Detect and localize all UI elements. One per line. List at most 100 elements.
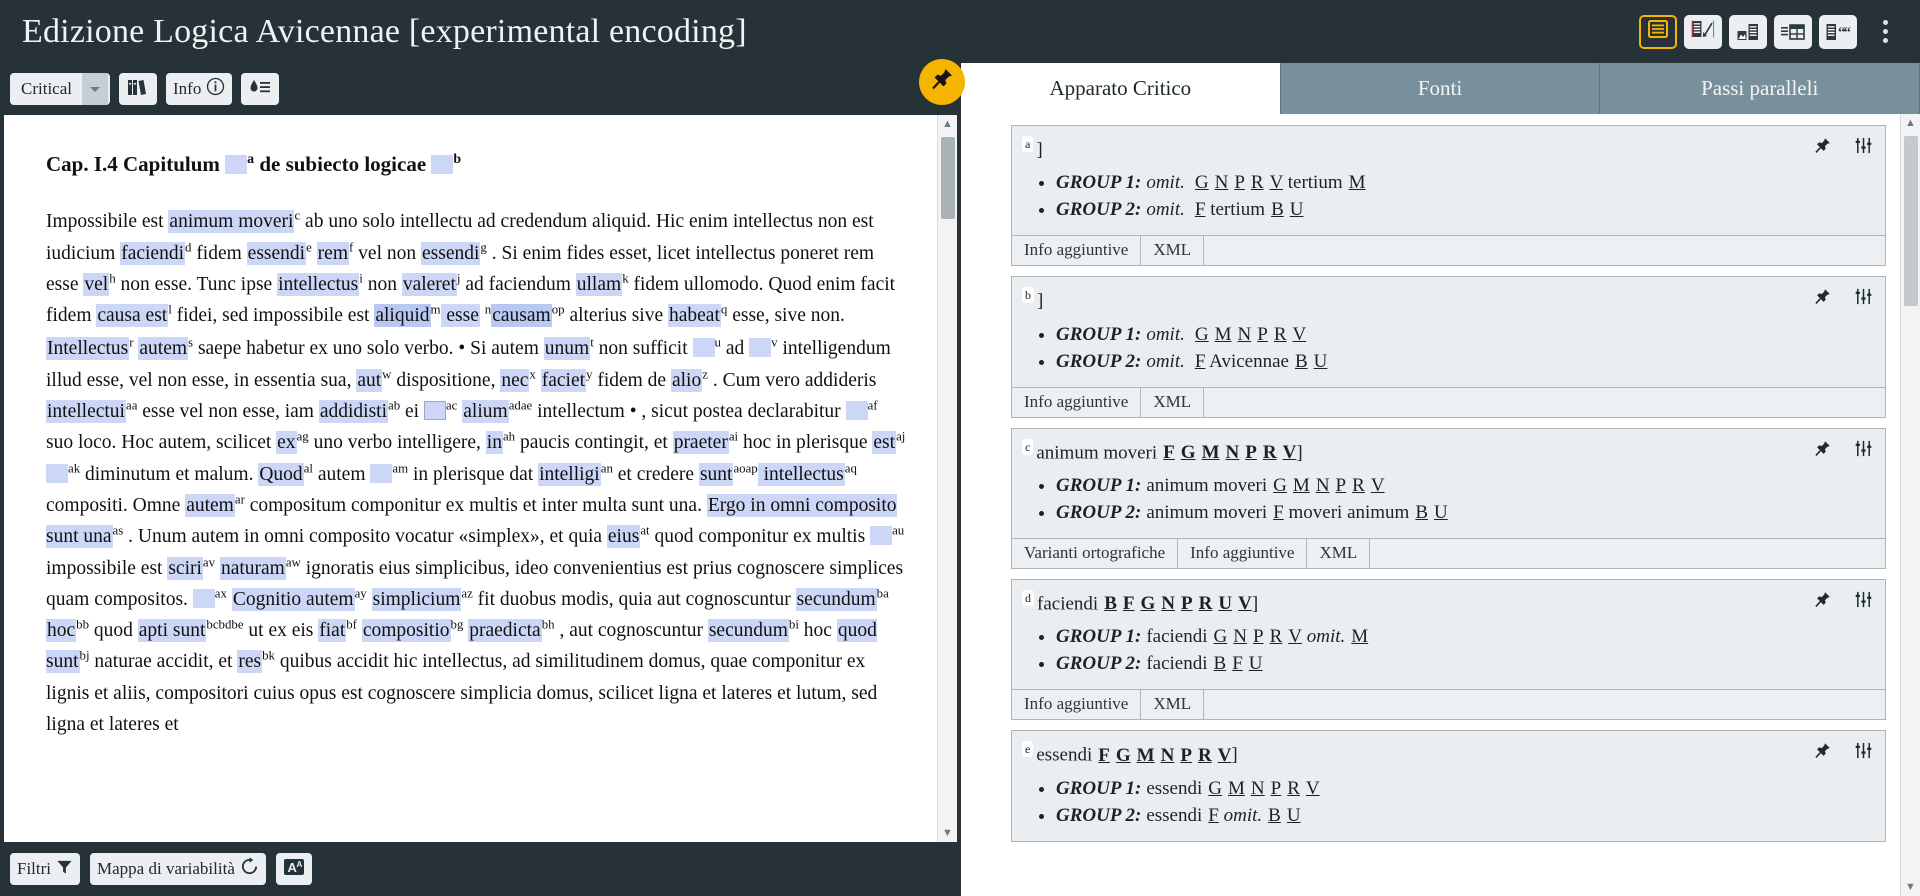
variant-span[interactable]: ex (276, 431, 296, 454)
witness-marker[interactable]: af (868, 399, 878, 413)
witness-sigla[interactable]: F (1195, 199, 1206, 220)
variant-span[interactable]: rem (317, 242, 349, 265)
lacuna-gap[interactable] (693, 338, 715, 357)
witness-marker[interactable]: aj (896, 430, 905, 444)
witness-marker[interactable]: bh (542, 618, 555, 632)
apparatus-entry[interactable]: b]GROUP 1:omit.GMNPRVGROUP 2:omit.F Avic… (1011, 276, 1886, 417)
witness-sigla[interactable]: P (1253, 626, 1264, 647)
witness-marker[interactable]: aoap (733, 461, 757, 475)
variant-span[interactable]: autem (138, 337, 188, 360)
pushpin-icon[interactable] (1813, 287, 1832, 306)
scroll-up-icon[interactable]: ▲ (1901, 114, 1920, 132)
view-text-only-button[interactable] (1639, 15, 1677, 49)
pushpin-icon[interactable] (1813, 590, 1832, 609)
witness-marker[interactable]: ax (215, 586, 227, 600)
witness-sigla[interactable]: R (1199, 593, 1213, 614)
witness-sigla[interactable]: F (1098, 745, 1110, 766)
witness-sigla[interactable]: U (1434, 502, 1448, 523)
witness-marker[interactable]: ab (388, 399, 400, 413)
variant-span[interactable]: Cognitio autem (232, 588, 355, 611)
witness-marker[interactable]: an (601, 461, 613, 475)
sliders-icon[interactable] (1854, 590, 1873, 609)
witness-sigla[interactable]: R (1263, 442, 1277, 463)
witness-marker[interactable]: bb (76, 618, 89, 632)
witness-sigla[interactable]: R (1198, 745, 1212, 766)
sliders-icon[interactable] (1854, 287, 1873, 306)
lacuna-gap[interactable] (424, 401, 446, 420)
lacuna-gap[interactable] (870, 526, 892, 545)
reading-item[interactable]: GROUP 2:omit.F tertiumBU (1056, 197, 1871, 222)
variant-span[interactable]: nec (500, 369, 529, 392)
witness-sigla[interactable]: U (1249, 653, 1263, 674)
witness-sigla[interactable]: F (1208, 805, 1219, 826)
witness-sigla[interactable]: N (1215, 172, 1229, 193)
witness-sigla[interactable]: V (1238, 593, 1252, 614)
variant-span[interactable]: Intellectus (46, 337, 129, 360)
witness-sigla[interactable]: N (1238, 324, 1252, 345)
view-text-table-button[interactable] (1774, 15, 1812, 49)
witness-marker[interactable]: bcbdbe (206, 618, 243, 632)
text-scrollbar[interactable]: ▲ ▼ (937, 115, 957, 842)
edition-select[interactable]: Critical (10, 73, 110, 105)
apparatus-entry[interactable]: a]GROUP 1:omit.GNPRV tertiumMGROUP 2:omi… (1011, 125, 1886, 266)
witness-marker[interactable]: ba (877, 586, 889, 600)
apparatus-entry-tab[interactable]: XML (1141, 236, 1204, 265)
witness-sigla[interactable]: M (1202, 442, 1220, 463)
witness-sigla[interactable]: R (1287, 778, 1300, 799)
variant-span[interactable]: est (872, 431, 896, 454)
variant-span[interactable]: aut (356, 369, 382, 392)
witness-sigla[interactable]: U (1218, 593, 1232, 614)
witness-marker[interactable]: bi (789, 618, 799, 632)
variant-span[interactable]: animum moveri (168, 210, 294, 233)
view-text-quote-button[interactable]: “ “ (1819, 15, 1857, 49)
witness-marker[interactable]: ar (235, 492, 245, 506)
variant-span[interactable]: autem (185, 494, 235, 517)
witness-sigla[interactable]: V (1218, 745, 1232, 766)
variant-span[interactable]: alium (462, 400, 508, 423)
witness-marker[interactable]: r (129, 336, 133, 350)
witness-sigla[interactable]: G (1116, 745, 1131, 766)
witness-sigla[interactable]: R (1251, 172, 1264, 193)
witness-marker[interactable]: e (306, 240, 312, 254)
witness-sigla[interactable]: V (1306, 778, 1320, 799)
lemma-sigla[interactable]: a (1022, 136, 1033, 152)
pushpin-icon[interactable] (1813, 439, 1832, 458)
reading-item[interactable]: GROUP 1:animum moveriGMNPRV (1056, 473, 1871, 498)
witness-sigla[interactable]: M (1215, 324, 1232, 345)
reading-item[interactable]: GROUP 2:essendiF omit.BU (1056, 803, 1871, 828)
witness-sigla[interactable]: M (1351, 626, 1368, 647)
apparatus-scrollbar[interactable]: ▲ ▼ (1900, 114, 1920, 896)
witness-sigla[interactable]: B (1268, 805, 1281, 826)
apparatus-entry[interactable]: canimum moveriFGMNPRV]GROUP 1:animum mov… (1011, 428, 1886, 569)
scroll-thumb[interactable] (941, 137, 955, 219)
witness-sigla[interactable]: R (1274, 324, 1287, 345)
pushpin-icon[interactable] (1813, 741, 1832, 760)
variant-span[interactable]: causa est (96, 304, 168, 327)
sliders-icon[interactable] (1854, 439, 1873, 458)
variant-span[interactable]: compositio (362, 619, 451, 642)
info-button[interactable]: Info (166, 73, 232, 105)
lacuna-gap[interactable] (225, 155, 247, 174)
scroll-down-icon[interactable]: ▼ (1901, 878, 1920, 896)
variant-span[interactable]: hoc (46, 619, 76, 642)
variant-span[interactable]: praedicta (468, 619, 541, 642)
witness-marker[interactable]: bj (80, 649, 90, 663)
witness-marker[interactable]: op (552, 303, 565, 317)
variant-span[interactable]: intellectui (46, 400, 126, 423)
witness-sigla[interactable]: V (1371, 475, 1385, 496)
witness-sigla[interactable]: M (1137, 745, 1155, 766)
sliders-icon[interactable] (1854, 741, 1873, 760)
apparatus-entry-tab[interactable]: Varianti ortografiche (1012, 539, 1178, 568)
variant-span[interactable]: valeret (402, 273, 457, 296)
view-text-apparatus-button[interactable] (1684, 15, 1722, 49)
witness-sigla[interactable]: B (1104, 593, 1117, 614)
variant-span[interactable]: aliquid (374, 304, 430, 327)
variant-span[interactable]: vel (83, 273, 109, 296)
witness-sigla[interactable]: P (1234, 172, 1245, 193)
witness-sigla[interactable]: P (1336, 475, 1347, 496)
edition-text[interactable]: Cap. I.4 Capitulum a de subiecto logicae… (4, 115, 937, 842)
witness-sigla[interactable]: P (1181, 593, 1193, 614)
variant-span[interactable]: eius (607, 525, 640, 548)
variant-span[interactable]: fiat (318, 619, 346, 642)
variant-span[interactable]: apti sunt (138, 619, 207, 642)
